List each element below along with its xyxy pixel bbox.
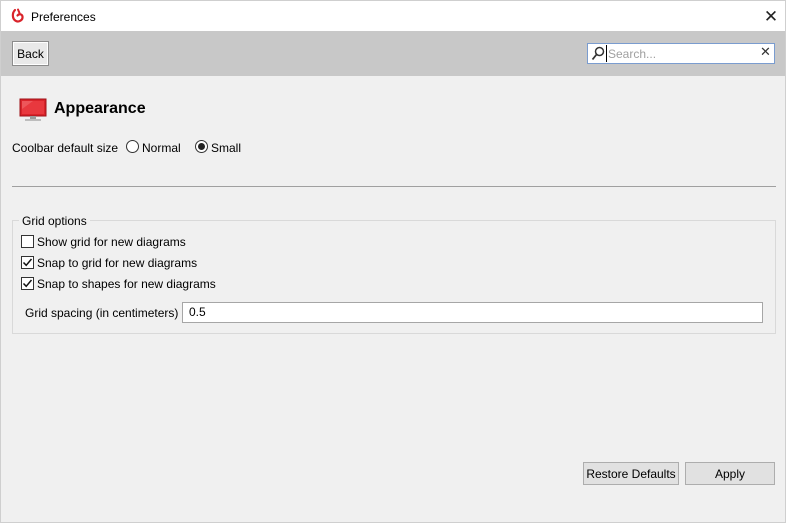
close-icon[interactable]: ✕ [761,7,781,27]
search-field[interactable]: ✕ [587,43,775,64]
grid-spacing-input[interactable]: 0.5 [182,302,763,323]
coolbar-size-label: Coolbar default size [12,141,119,155]
search-input[interactable] [606,45,756,62]
show-grid-label[interactable]: Show grid for new diagrams [37,235,186,249]
clear-search-icon[interactable]: ✕ [760,45,771,60]
title-bar: Preferences ✕ [0,0,786,31]
radio-normal[interactable] [126,140,139,153]
preferences-page: Appearance Coolbar default size Normal S… [0,76,786,523]
checkmark-icon [22,279,33,288]
radio-selected-dot [198,143,205,150]
show-grid-checkbox[interactable] [21,235,34,248]
radio-small-label[interactable]: Small [211,141,241,155]
monitor-icon [19,98,47,121]
checkmark-icon [22,258,33,267]
snap-to-shapes-label[interactable]: Snap to shapes for new diagrams [37,277,216,291]
separator [12,186,776,187]
apply-button[interactable]: Apply [685,462,775,485]
window-title: Preferences [31,10,96,24]
radio-normal-label[interactable]: Normal [142,141,181,155]
back-button[interactable]: Back [12,41,49,66]
snap-to-shapes-checkbox[interactable] [21,277,34,290]
grid-spacing-label: Grid spacing (in centimeters) [25,306,179,320]
snap-to-grid-label[interactable]: Snap to grid for new diagrams [37,256,197,270]
grid-options-group: Grid options Show grid for new diagrams … [12,214,776,334]
page-title: Appearance [54,100,146,117]
snap-to-grid-checkbox[interactable] [21,256,34,269]
app-logo-icon [11,8,24,23]
radio-small[interactable] [195,140,208,153]
grid-options-legend: Grid options [19,214,90,228]
toolbar: Back ✕ [0,31,786,76]
search-icon [591,46,605,61]
restore-defaults-button[interactable]: Restore Defaults [583,462,679,485]
